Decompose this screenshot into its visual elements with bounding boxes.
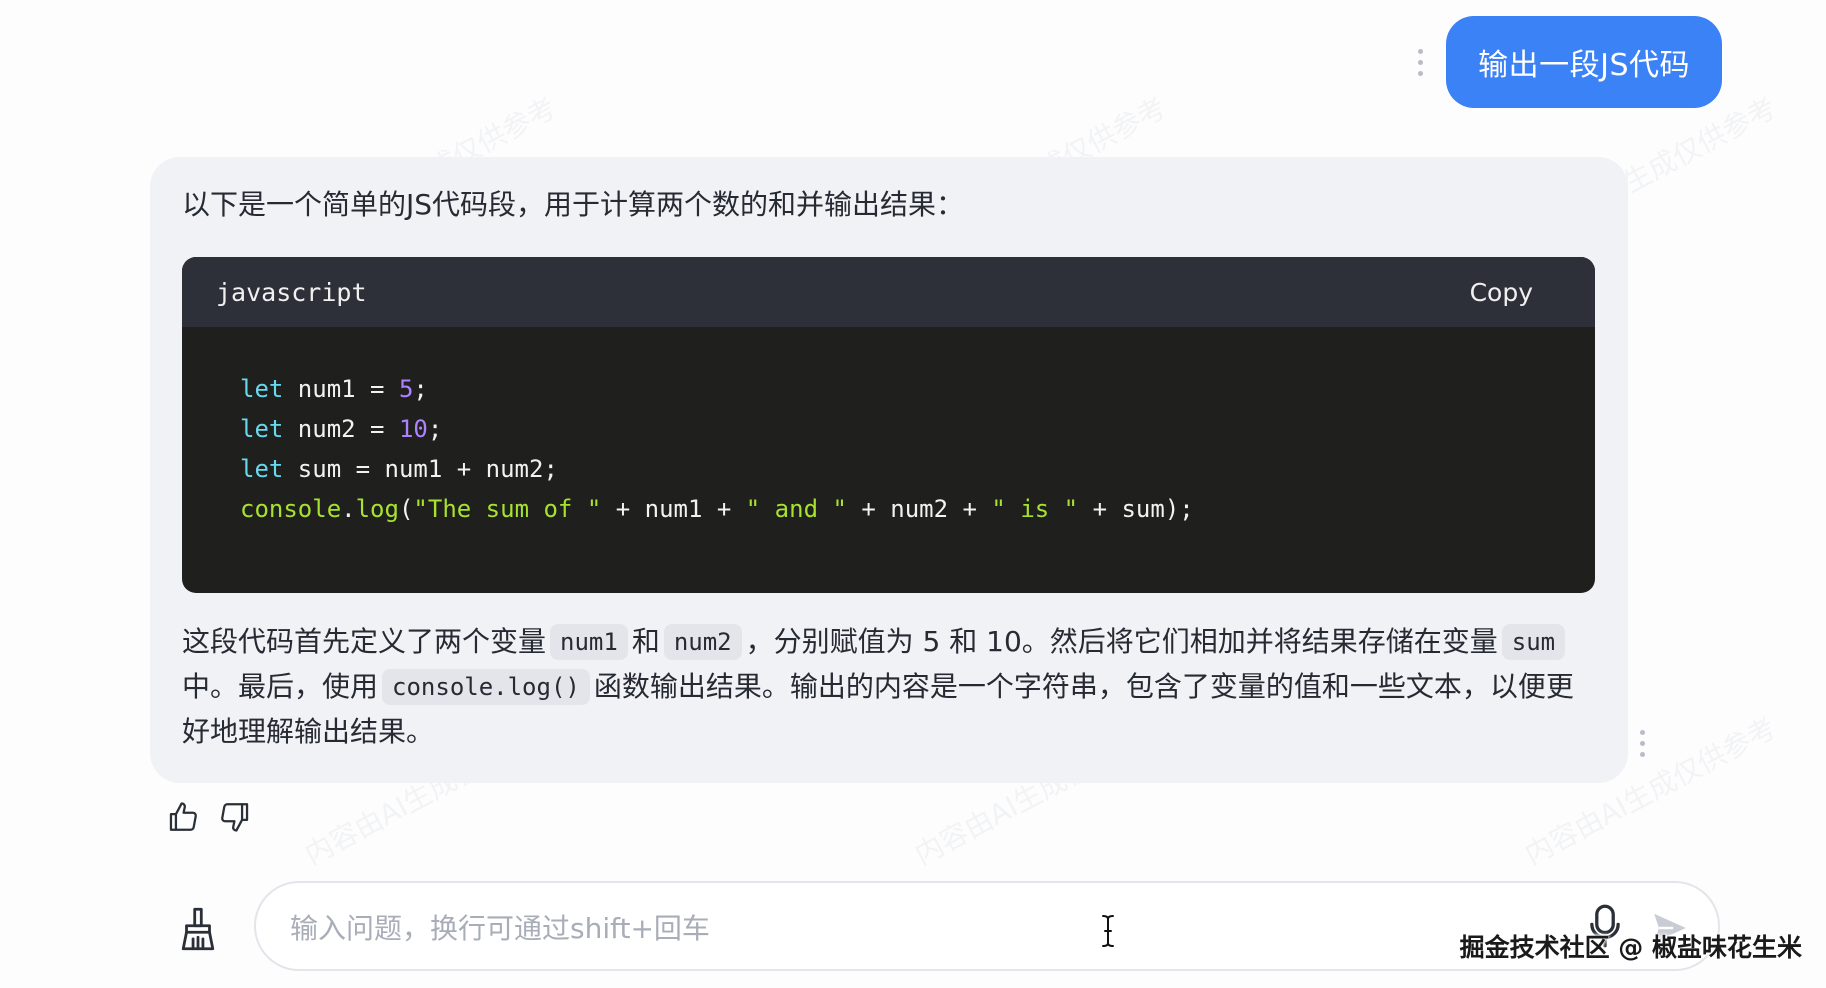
- code-line: let sum = num1 + num2;: [240, 449, 1595, 489]
- inline-code-console-log: console.log(): [382, 669, 590, 705]
- code-token: + sum);: [1078, 495, 1194, 523]
- inline-code-num2: num2: [663, 624, 742, 660]
- user-message-bubble: 输出一段JS代码: [1446, 16, 1722, 108]
- assistant-message: 以下是一个简单的JS代码段，用于计算两个数的和并输出结果： javascript…: [150, 157, 1645, 783]
- assistant-intro-text: 以下是一个简单的JS代码段，用于计算两个数的和并输出结果：: [182, 188, 965, 221]
- code-token: 10: [398, 415, 428, 443]
- code-token: " is ": [991, 495, 1079, 523]
- code-token: num2 =: [283, 415, 399, 443]
- code-block: javascript Copy let num1 = 5; let num2 = …: [182, 257, 1595, 593]
- assistant-message-more-icon[interactable]: [1632, 723, 1652, 763]
- code-token: let: [240, 375, 284, 403]
- code-token: "The sum of ": [413, 495, 602, 523]
- code-token: " and ": [745, 495, 847, 523]
- code-token: ;: [427, 415, 443, 443]
- text-cursor-icon: [1102, 915, 1114, 947]
- code-token: sum = num1 + num2;: [283, 455, 558, 483]
- code-token: 5: [398, 375, 414, 403]
- chat-page: 内容由AI生成仅供参考 内容由AI生成仅供参考 内容由AI生成仅供参考 内容由A…: [0, 0, 1826, 988]
- code-token: + num2 +: [846, 495, 992, 523]
- code-line: let num1 = 5;: [240, 369, 1595, 409]
- code-token: + num1 +: [601, 495, 746, 523]
- code-block-header: javascript Copy: [182, 257, 1595, 327]
- copy-code-button[interactable]: Copy: [1470, 278, 1533, 307]
- code-token: log: [355, 495, 399, 523]
- reaction-bar: [166, 800, 252, 834]
- thumbs-down-icon[interactable]: [218, 800, 252, 834]
- code-language-label: javascript: [216, 277, 367, 307]
- code-token: .: [341, 495, 356, 523]
- explanation-text: 中。最后，使用: [182, 670, 379, 703]
- user-message-more-icon[interactable]: [1410, 42, 1430, 82]
- inline-code-num1: num1: [550, 624, 628, 660]
- code-content: let num1 = 5; let num2 = 10; let sum = num…: [182, 327, 1595, 529]
- thumbs-up-icon[interactable]: [166, 800, 200, 834]
- chat-input[interactable]: [288, 901, 1392, 955]
- broom-icon[interactable]: [178, 906, 218, 952]
- explanation-text: ，分别赋值为 5 和 10。然后将它们相加并将结果存储在变量: [745, 625, 1498, 658]
- code-line: console.log("The sum of " + num1 + " and…: [240, 489, 1595, 529]
- explanation-text: 和: [631, 625, 660, 658]
- inline-code-sum: sum: [1501, 624, 1566, 660]
- code-token: ;: [413, 375, 428, 403]
- code-token: let: [240, 415, 284, 443]
- explanation-text: 这段代码首先定义了两个变量: [182, 625, 547, 658]
- code-token: console: [240, 495, 342, 523]
- code-token: num1 =: [283, 375, 399, 403]
- user-message-row: 输出一段JS代码: [1410, 16, 1722, 108]
- code-line: let num2 = 10;: [240, 409, 1595, 449]
- source-credit: 掘金技术社区 @ 椒盐味花生米: [1459, 933, 1802, 962]
- code-token: let: [240, 455, 284, 483]
- assistant-explanation: 这段代码首先定义了两个变量 num1 和 num2 ，分别赋值为 5 和 10。然后将它…: [182, 619, 1582, 754]
- code-token: (: [398, 495, 414, 523]
